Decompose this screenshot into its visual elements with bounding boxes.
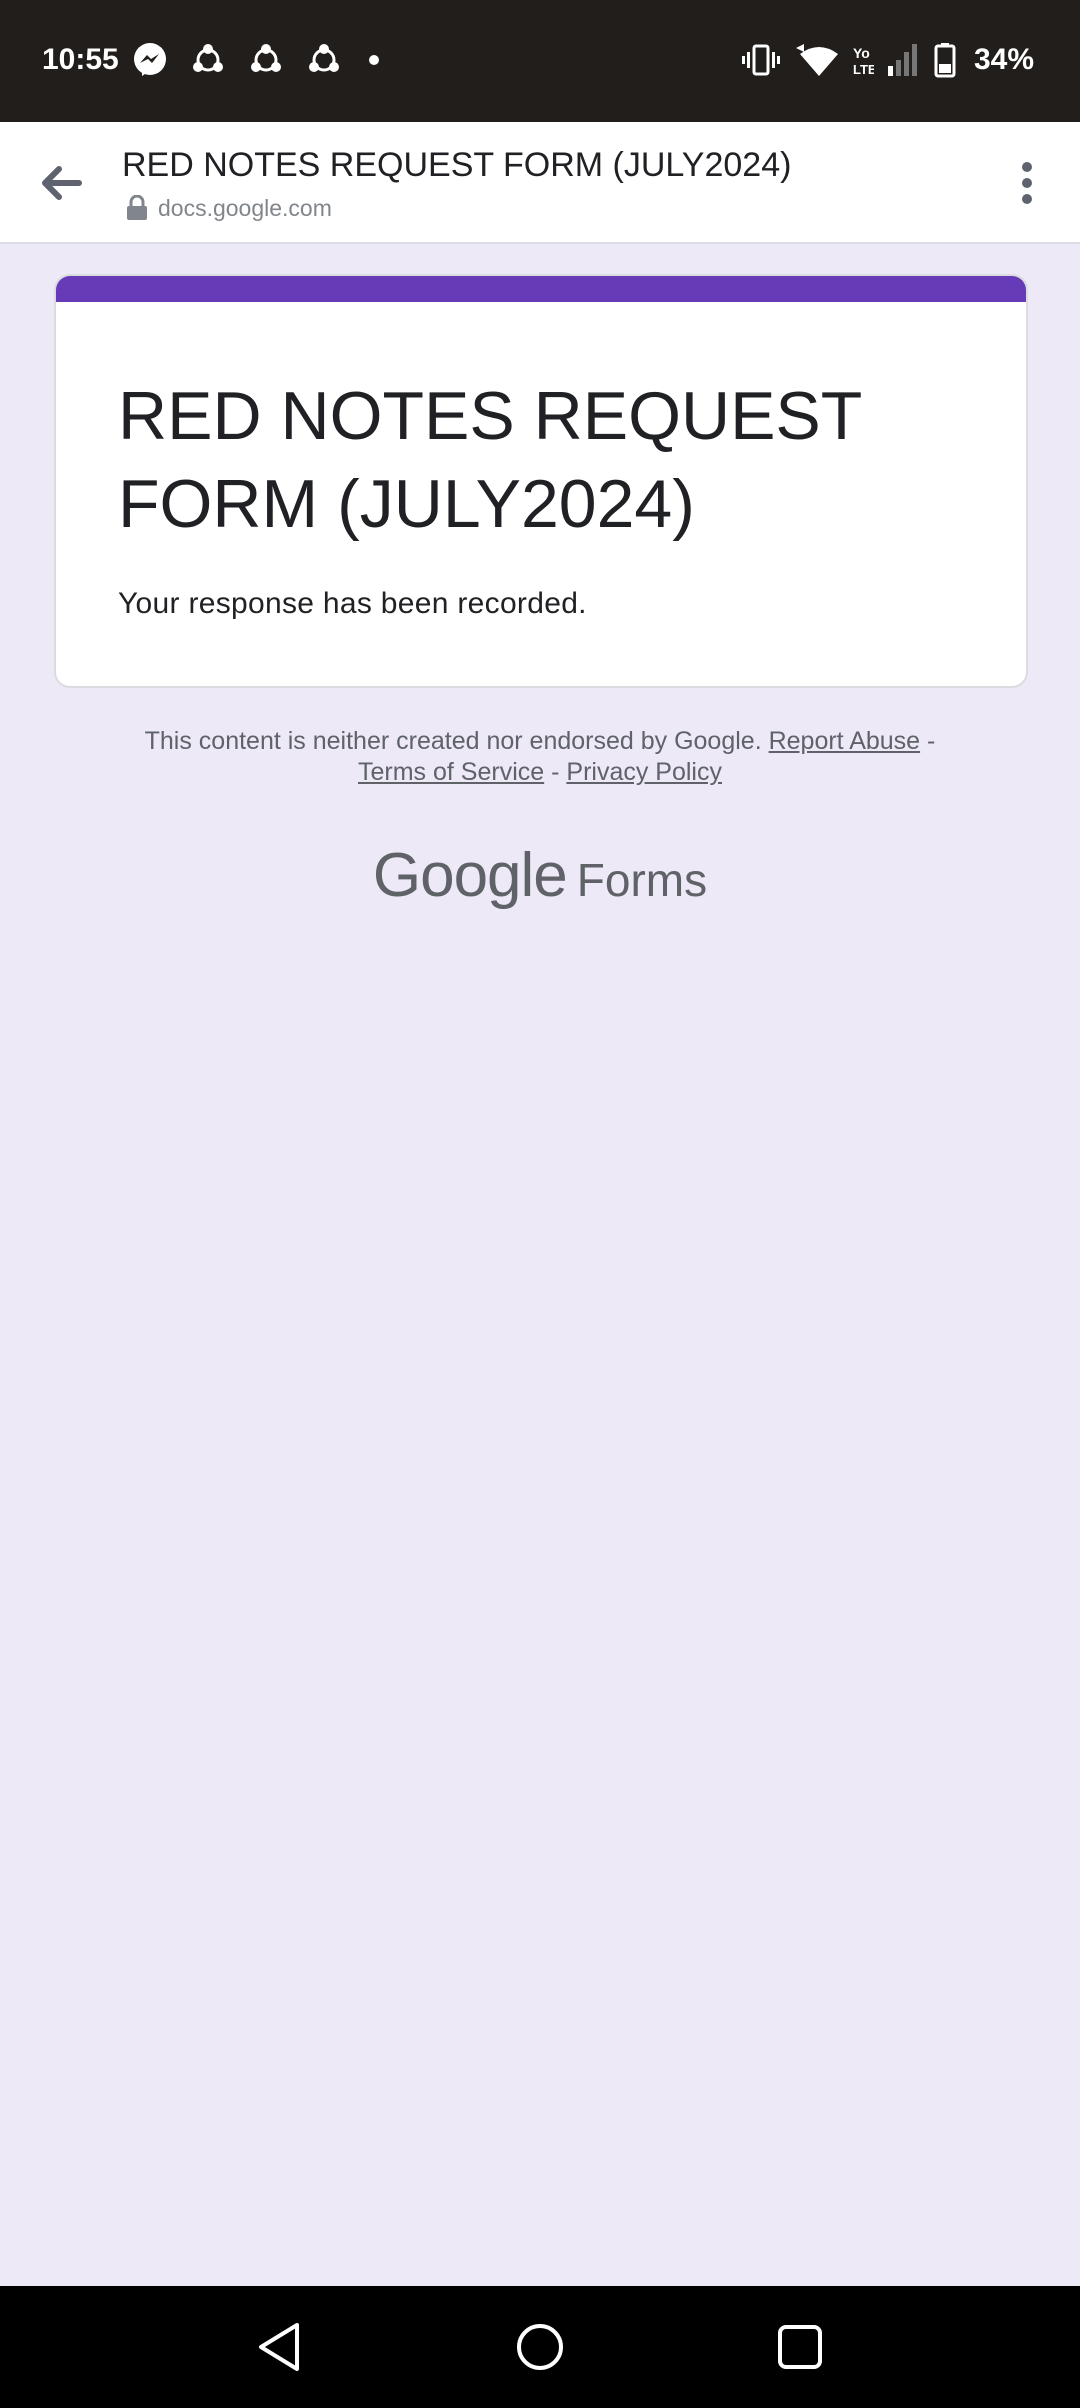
app-notification-icon — [306, 42, 342, 78]
svg-text:Yo: Yo — [853, 45, 870, 61]
system-navigation-bar — [0, 2286, 1080, 2408]
brand-forms: Forms — [576, 854, 708, 906]
footer-disclaimer: This content is neither created nor endo… — [60, 726, 1020, 788]
notification-icons — [132, 40, 384, 80]
arrow-left-icon — [39, 165, 83, 201]
nav-recents-button[interactable] — [769, 2316, 831, 2378]
terms-of-service-link[interactable]: Terms of Service — [358, 758, 544, 786]
disclaimer-text: This content is neither created nor endo… — [144, 727, 762, 755]
separator: - — [920, 727, 936, 755]
app-notification-icon — [248, 42, 284, 78]
response-message: Your response has been recorded. — [118, 587, 587, 620]
brand-google: Google — [372, 841, 568, 910]
messenger-icon — [132, 42, 168, 78]
signal-icon — [887, 42, 920, 78]
back-triangle-icon — [255, 2321, 303, 2373]
url-text: docs.google.com — [158, 195, 332, 221]
page-title: RED NOTES REQUEST FORM (JULY2024) — [122, 146, 792, 184]
url-display[interactable]: docs.google.com — [126, 192, 332, 224]
form-title: RED NOTES REQUEST FORM (JULY2024) — [118, 378, 862, 542]
volte-icon: Yo LTE — [852, 42, 874, 78]
nav-home-button[interactable] — [509, 2316, 571, 2378]
more-notifications-dot-icon — [364, 42, 384, 78]
svg-text:LTE: LTE — [853, 62, 874, 77]
back-button[interactable] — [30, 152, 92, 214]
recents-square-icon — [777, 2324, 823, 2370]
system-icons: Yo LTE 34% — [741, 40, 1034, 80]
lock-icon — [126, 195, 148, 221]
more-vert-icon — [1021, 162, 1033, 204]
card-accent-bar — [56, 276, 1026, 302]
nav-back-button[interactable] — [248, 2316, 310, 2378]
report-abuse-link[interactable]: Report Abuse — [769, 727, 921, 755]
more-options-button[interactable] — [996, 152, 1058, 214]
vibrate-icon — [741, 42, 780, 78]
wifi-icon — [794, 42, 838, 78]
home-circle-icon — [516, 2323, 564, 2371]
battery-icon — [934, 42, 956, 78]
app-notification-icon — [190, 42, 226, 78]
form-confirmation-card: RED NOTES REQUEST FORM (JULY2024) Your r… — [54, 274, 1028, 688]
google-forms-logo[interactable]: Google Forms — [0, 840, 1080, 911]
status-time: 10:55 — [42, 43, 119, 76]
status-bar: 10:55 Yo LTE 34% — [0, 0, 1080, 122]
separator: - — [544, 758, 567, 786]
battery-percentage: 34% — [973, 43, 1034, 76]
privacy-policy-link[interactable]: Privacy Policy — [566, 758, 722, 786]
browser-toolbar: RED NOTES REQUEST FORM (JULY2024) docs.g… — [0, 122, 1080, 244]
